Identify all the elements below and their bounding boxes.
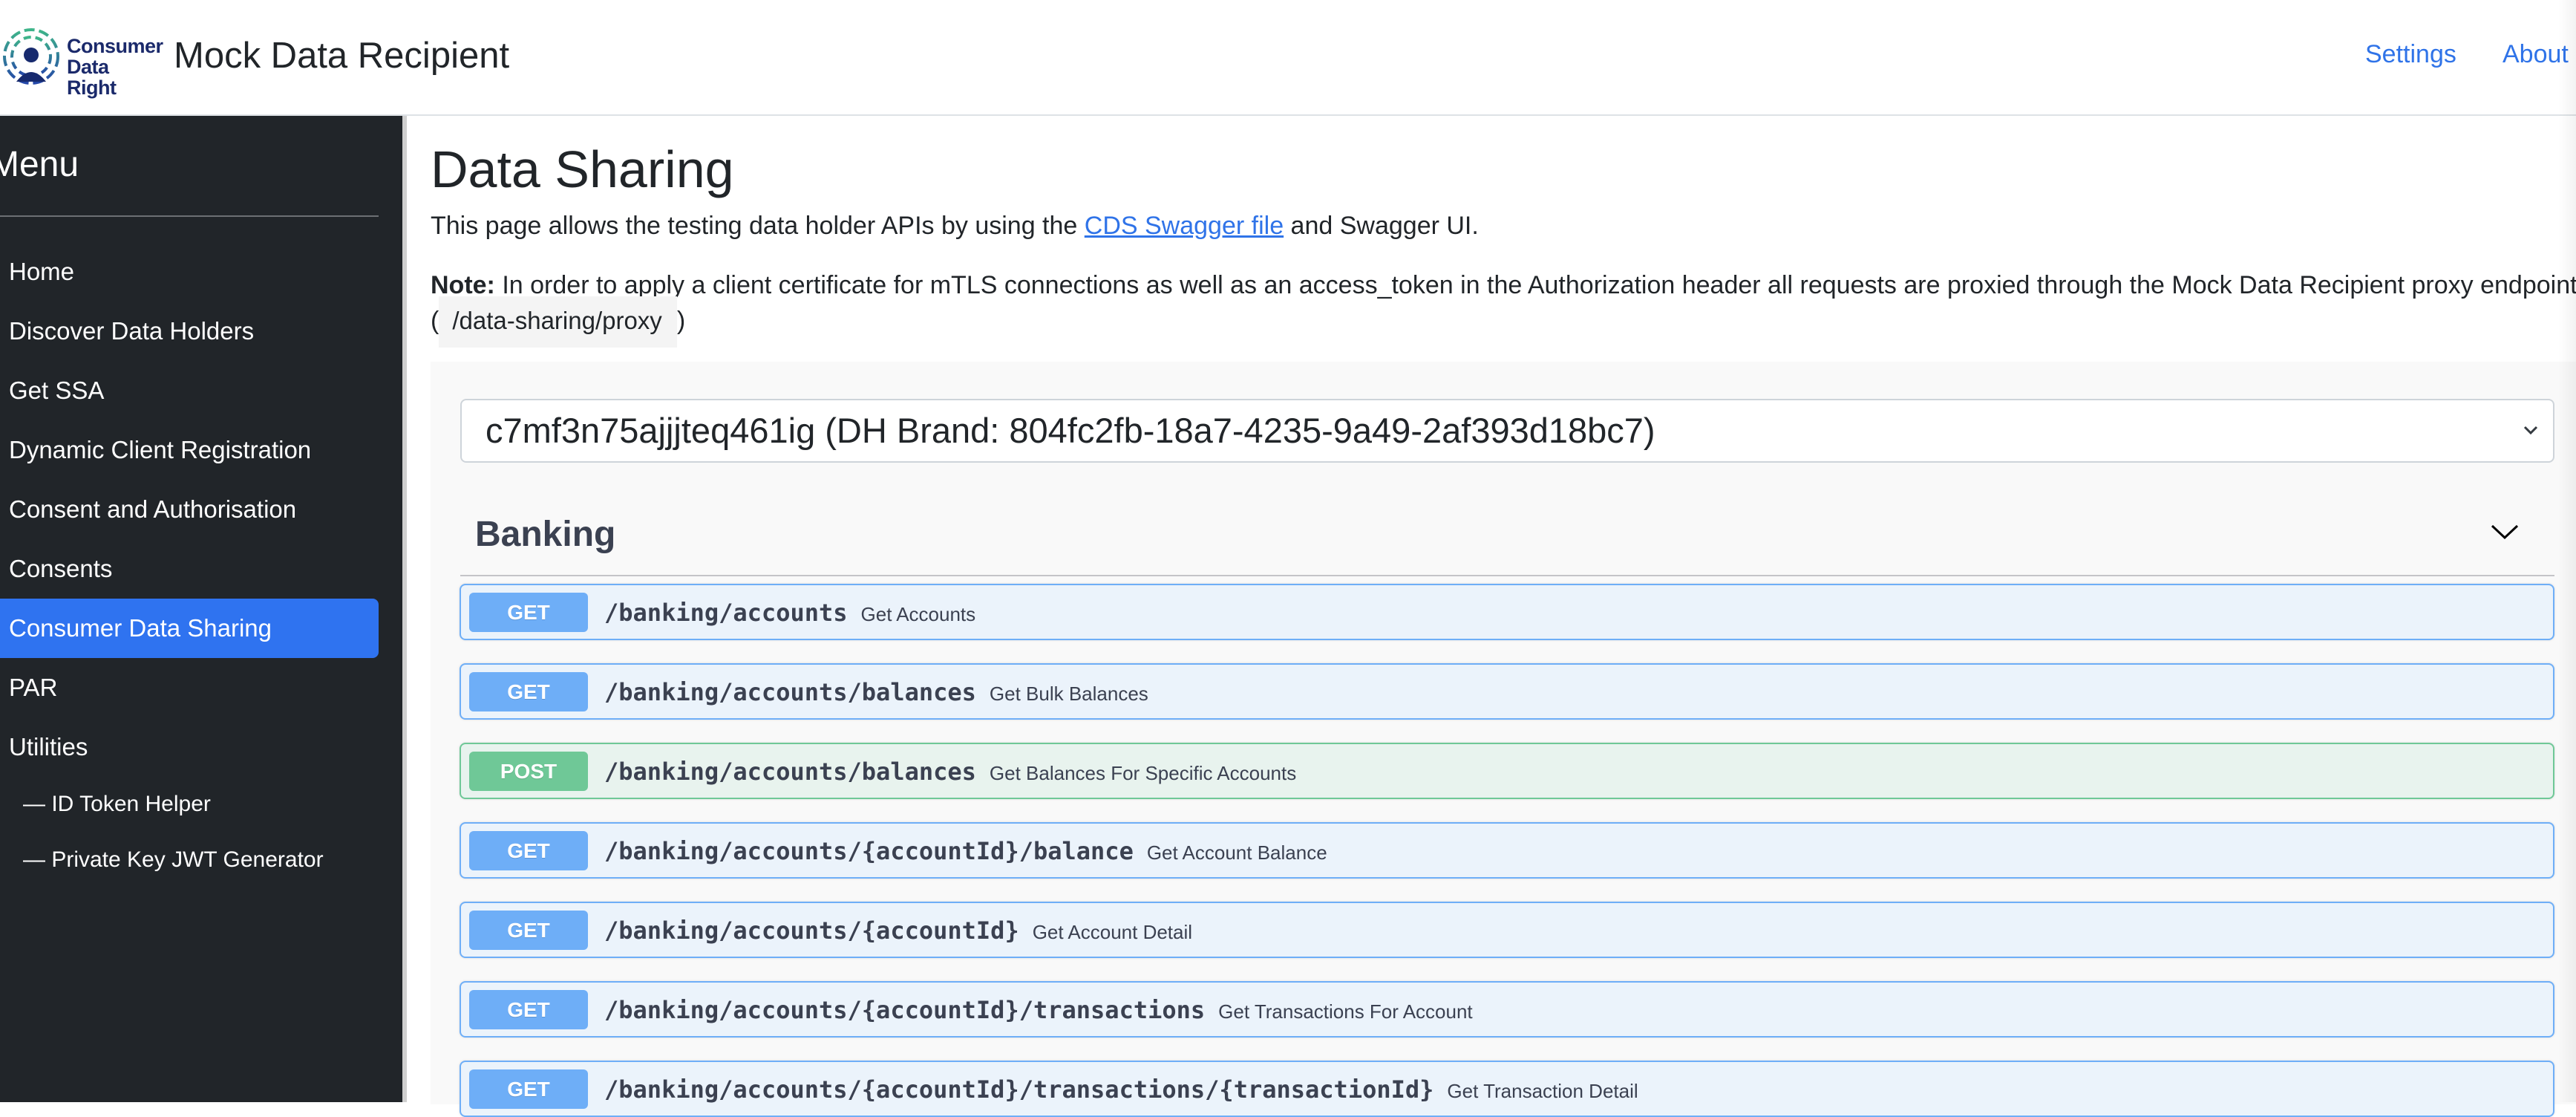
data-holder-select[interactable]: c7mf3n75ajjjteq461ig (DH Brand: 804fc2fb… bbox=[460, 399, 2554, 463]
operation-summary: Get Account Detail bbox=[1032, 921, 1193, 943]
operation-path: /banking/accounts/{accountId}/transactio… bbox=[604, 1075, 1434, 1104]
intro-text-end: and Swagger UI. bbox=[1284, 212, 1479, 240]
page-title: Data Sharing bbox=[431, 140, 734, 198]
collapse-chevron-icon[interactable] bbox=[2490, 521, 2520, 544]
operation-path-container: /banking/accounts/{accountId}/transactio… bbox=[604, 1072, 1638, 1108]
sidebar-border bbox=[402, 116, 407, 1102]
logo-text: Consumer Data Right bbox=[67, 36, 163, 98]
app-title[interactable]: Mock Data Recipient bbox=[174, 33, 509, 79]
logo-line-1: Consumer bbox=[67, 35, 163, 57]
operation-row[interactable]: GET/banking/accounts/{accountId}/transac… bbox=[460, 981, 2554, 1038]
operation-path-container: /banking/accounts/{accountId}/balance Get… bbox=[604, 834, 1327, 870]
operation-path: /banking/accounts/balances bbox=[604, 758, 976, 786]
sidebar-item-utilities[interactable]: Utilities bbox=[0, 717, 379, 777]
proxy-close-paren: ) bbox=[676, 307, 686, 335]
operation-summary: Get Transaction Detail bbox=[1447, 1080, 1638, 1102]
sidebar-divider bbox=[0, 215, 379, 217]
cds-swagger-file-link[interactable]: CDS Swagger file bbox=[1085, 212, 1284, 240]
nav-settings-link[interactable]: Settings bbox=[2365, 37, 2456, 71]
sidebar: Menu Home Discover Data Holders Get SSA … bbox=[0, 116, 402, 1102]
operation-row[interactable]: POST/banking/accounts/balances Get Balanc… bbox=[460, 743, 2554, 799]
sidebar-item-get-ssa[interactable]: Get SSA bbox=[0, 361, 379, 420]
operation-path-container: /banking/accounts Get Accounts bbox=[604, 596, 975, 631]
method-badge: GET bbox=[469, 831, 588, 870]
operation-path: /banking/accounts/{accountId} bbox=[604, 916, 1019, 945]
method-badge: GET bbox=[469, 593, 588, 632]
operation-row[interactable]: GET/banking/accounts/{accountId} Get Acco… bbox=[460, 902, 2554, 958]
sidebar-item-home[interactable]: Home bbox=[0, 242, 379, 302]
sidebar-item-consent-and-authorisation[interactable]: Consent and Authorisation bbox=[0, 480, 379, 539]
operation-path-container: /banking/accounts/balances Get Balances F… bbox=[604, 755, 1296, 790]
operation-summary: Get Transactions For Account bbox=[1218, 1000, 1473, 1023]
operation-path: /banking/accounts/{accountId}/balance bbox=[604, 837, 1134, 865]
data-holder-select-value: c7mf3n75ajjjteq461ig (DH Brand: 804fc2fb… bbox=[486, 411, 1655, 450]
sidebar-item-discover-data-holders[interactable]: Discover Data Holders bbox=[0, 302, 379, 361]
operation-path-container: /banking/accounts/{accountId}/transactio… bbox=[604, 993, 1473, 1029]
proxy-open-paren: ( bbox=[431, 307, 439, 335]
nav-about-link[interactable]: About bbox=[2503, 37, 2569, 71]
chevron-down-icon bbox=[2523, 426, 2538, 435]
note-paragraph: Note: In order to apply a client certifi… bbox=[431, 269, 2576, 302]
proxy-endpoint-code: /data-sharing/proxy bbox=[439, 296, 677, 348]
operation-summary: Get Accounts bbox=[860, 603, 976, 625]
sidebar-item-id-token-helper[interactable]: — ID Token Helper bbox=[0, 775, 379, 834]
method-badge: GET bbox=[469, 1069, 588, 1109]
intro-text: This page allows the testing data holder… bbox=[431, 212, 1085, 240]
method-badge: GET bbox=[469, 672, 588, 711]
note-text: In order to apply a client certificate f… bbox=[494, 271, 2576, 299]
sidebar-item-consumer-data-sharing[interactable]: Consumer Data Sharing bbox=[0, 599, 379, 658]
section-title-banking[interactable]: Banking bbox=[475, 511, 615, 558]
sidebar-item-consents[interactable]: Consents bbox=[0, 539, 379, 599]
operation-summary: Get Bulk Balances bbox=[989, 683, 1148, 705]
operation-path: /banking/accounts/{accountId}/transactio… bbox=[604, 996, 1206, 1024]
logo-line-2: Data Right bbox=[67, 56, 117, 99]
sidebar-item-dynamic-client-registration[interactable]: Dynamic Client Registration bbox=[0, 420, 379, 480]
operation-summary: Get Balances For Specific Accounts bbox=[989, 762, 1297, 784]
method-badge: POST bbox=[469, 752, 588, 791]
note-label: Note: bbox=[431, 271, 495, 299]
cdr-logo[interactable]: Consumer Data Right bbox=[1, 27, 163, 98]
proxy-line: (/data-sharing/proxy) bbox=[431, 296, 686, 348]
operation-row[interactable]: GET/banking/accounts/{accountId}/balance… bbox=[460, 822, 2554, 879]
top-navbar: Consumer Data Right Mock Data Recipient … bbox=[0, 0, 2576, 116]
section-divider bbox=[460, 575, 2554, 576]
cdr-logo-icon bbox=[3, 28, 59, 85]
operation-row[interactable]: GET/banking/accounts Get Accounts bbox=[460, 584, 2554, 640]
method-badge: GET bbox=[469, 990, 588, 1029]
sidebar-item-par[interactable]: PAR bbox=[0, 658, 379, 717]
operation-summary: Get Account Balance bbox=[1146, 841, 1327, 864]
operation-row[interactable]: GET/banking/accounts/balances Get Bulk Ba… bbox=[460, 663, 2554, 720]
sidebar-item-private-key-jwt-generator[interactable]: — Private Key JWT Generator bbox=[0, 830, 379, 890]
operation-row[interactable]: GET/banking/accounts/{accountId}/transac… bbox=[460, 1061, 2554, 1117]
intro-paragraph: This page allows the testing data holder… bbox=[431, 209, 1479, 242]
method-badge: GET bbox=[469, 911, 588, 950]
operation-path: /banking/accounts/balances bbox=[604, 678, 976, 706]
sidebar-title: Menu bbox=[0, 145, 79, 184]
operation-path-container: /banking/accounts/balances Get Bulk Balan… bbox=[604, 675, 1148, 711]
operation-path-container: /banking/accounts/{accountId} Get Account… bbox=[604, 914, 1192, 949]
operation-path: /banking/accounts bbox=[604, 599, 848, 627]
